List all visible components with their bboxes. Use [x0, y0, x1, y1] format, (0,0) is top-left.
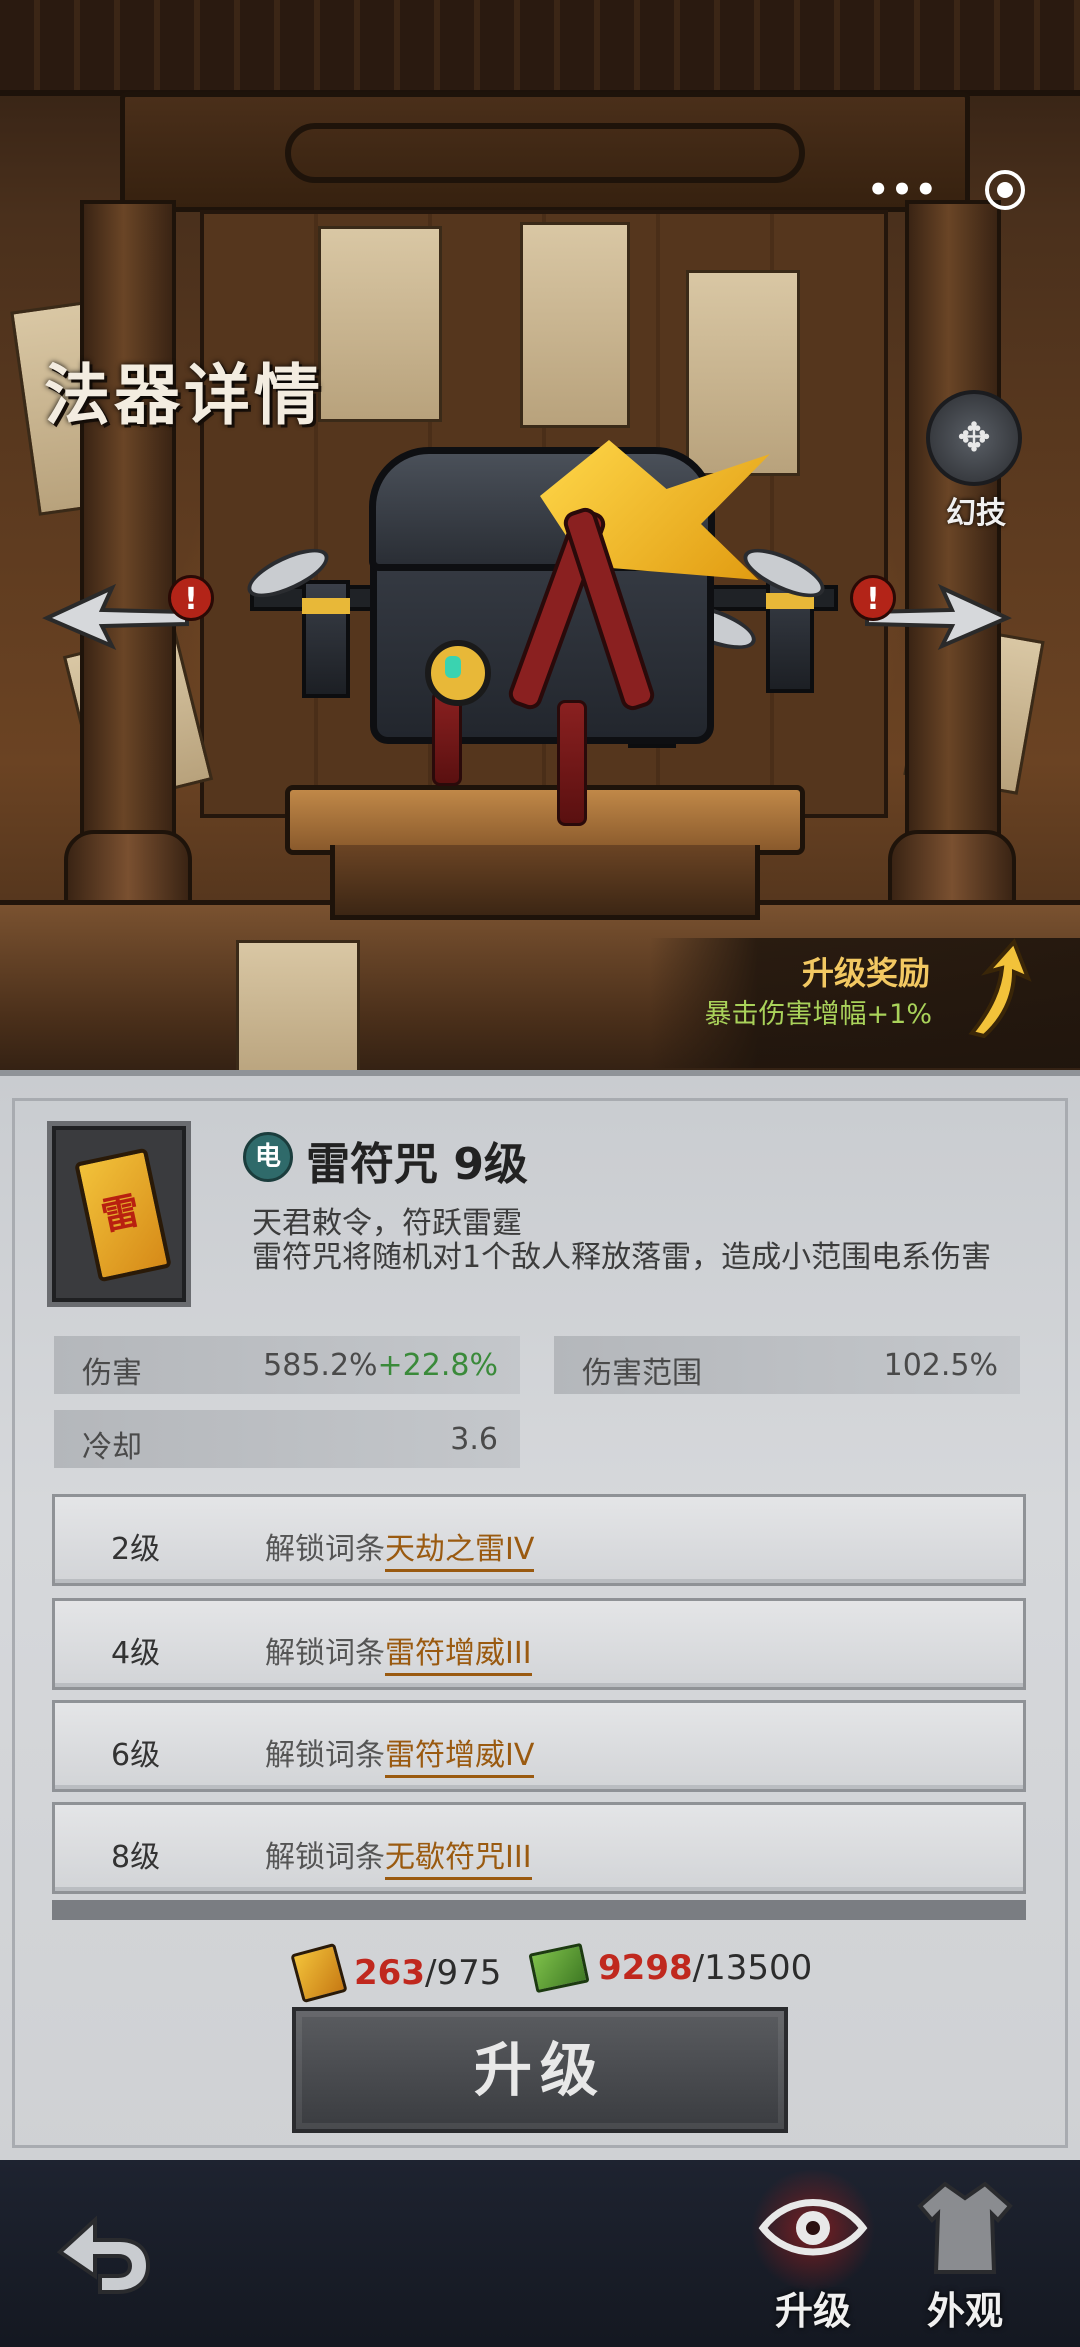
up-arrow-icon	[968, 938, 1032, 1038]
stat-label: 伤害	[82, 1356, 142, 1391]
talisman-icon	[74, 1147, 172, 1283]
talisman-fragment-icon	[290, 1942, 348, 2004]
talisman-paper	[318, 226, 442, 422]
unlock-level: 4级	[111, 1636, 161, 1671]
artifact-flavor: 天君敕令，符跃雷霆	[252, 1206, 522, 1241]
eye-icon	[748, 2170, 878, 2290]
tab-upgrade[interactable]: 升级	[748, 2170, 878, 2336]
unlock-trait-link[interactable]: 无歇符咒III	[385, 1840, 532, 1880]
unlock-trait-link[interactable]: 雷符增威IV	[385, 1738, 535, 1778]
unlock-text: 解锁词条	[265, 1840, 385, 1875]
unlock-text: 解锁词条	[265, 1738, 385, 1773]
unlock-level: 6级	[111, 1738, 161, 1773]
stat-label: 冷却	[82, 1430, 142, 1465]
skin-skill-icon: ✥	[926, 390, 1022, 486]
cash-need: /13500	[692, 1948, 813, 1988]
unlock-row[interactable]: 4级 解锁词条雷符增威III	[52, 1598, 1026, 1690]
skin-skill-label: 幻技	[946, 496, 1006, 531]
artifact-icon	[47, 1121, 191, 1307]
artifact-name: 雷符咒 9级	[306, 1139, 528, 1190]
more-dots-icon: •••	[867, 170, 939, 210]
back-arrow-icon	[56, 2215, 151, 2294]
cash-have: 9298	[598, 1948, 693, 1988]
upgrade-button[interactable]: 升级	[292, 2007, 788, 2133]
talisman-paper	[236, 940, 360, 1086]
stat-cooldown: 冷却 3.6	[54, 1410, 520, 1468]
list-scrollbar[interactable]	[52, 1900, 1026, 1920]
unlock-level: 2级	[111, 1532, 161, 1567]
element-badge: 电	[243, 1132, 293, 1182]
upgrade-cost: 263/975 9298/13500	[0, 1940, 1080, 2004]
stat-label: 伤害范围	[582, 1356, 702, 1391]
altar-table	[285, 785, 805, 925]
robe-icon	[910, 2176, 1020, 2276]
stat-value: 3.6	[450, 1422, 498, 1457]
alert-icon: !	[850, 575, 896, 621]
fragments-need: /975	[424, 1953, 502, 1993]
roof	[0, 0, 1080, 96]
more-menu-button[interactable]: •••	[867, 155, 936, 225]
unlock-row[interactable]: 6级 解锁词条雷符增威IV	[52, 1700, 1026, 1792]
artifact-gem	[425, 640, 491, 706]
artifact-description: 雷符咒将随机对1个敌人释放落雷，造成小范围电系伤害	[252, 1240, 992, 1275]
back-button[interactable]	[40, 2190, 160, 2300]
stat-value: 102.5%	[883, 1348, 998, 1383]
unlock-row[interactable]: 8级 解锁词条无歇符咒III	[52, 1802, 1026, 1894]
reward-desc: 暴击伤害增幅+1%	[704, 999, 932, 1030]
unlock-text: 解锁词条	[265, 1532, 385, 1567]
page-title: 法器详情	[44, 357, 324, 434]
tab-appearance[interactable]: 外观	[900, 2176, 1030, 2336]
talisman-paper	[686, 270, 800, 476]
stat-damage: 伤害 585.2%+22.8%	[54, 1336, 520, 1394]
fragment-cost: 263/975	[290, 1942, 502, 2004]
talisman-paper	[520, 222, 630, 428]
carved-beam	[120, 92, 970, 212]
stat-bonus: +22.8%	[377, 1348, 498, 1383]
stat-range: 伤害范围 102.5%	[554, 1336, 1020, 1394]
cash-icon	[528, 1942, 590, 1994]
unlock-row[interactable]: 2级 解锁词条天劫之雷IV	[52, 1494, 1026, 1586]
alert-icon: !	[168, 575, 214, 621]
fragments-have: 263	[354, 1953, 425, 1993]
pillar-right	[905, 200, 1001, 928]
close-miniprogram-icon[interactable]	[985, 170, 1025, 210]
upgrade-reward-banner: 升级奖励 暴击伤害增幅+1%	[650, 938, 1080, 1068]
cash-cost: 9298/13500	[528, 1942, 813, 1994]
unlock-trait-link[interactable]: 天劫之雷IV	[385, 1532, 535, 1572]
stat-value: 585.2%	[263, 1348, 378, 1383]
unlock-text: 解锁词条	[265, 1636, 385, 1671]
skin-skill-button[interactable]: ✥ 幻技	[926, 390, 1026, 535]
reward-title: 升级奖励	[801, 954, 930, 992]
tab-appearance-label: 外观	[926, 2289, 1003, 2333]
unlock-trait-link[interactable]: 雷符增威III	[385, 1636, 532, 1676]
pillar-left	[80, 200, 176, 928]
unlock-level: 8级	[111, 1840, 161, 1875]
